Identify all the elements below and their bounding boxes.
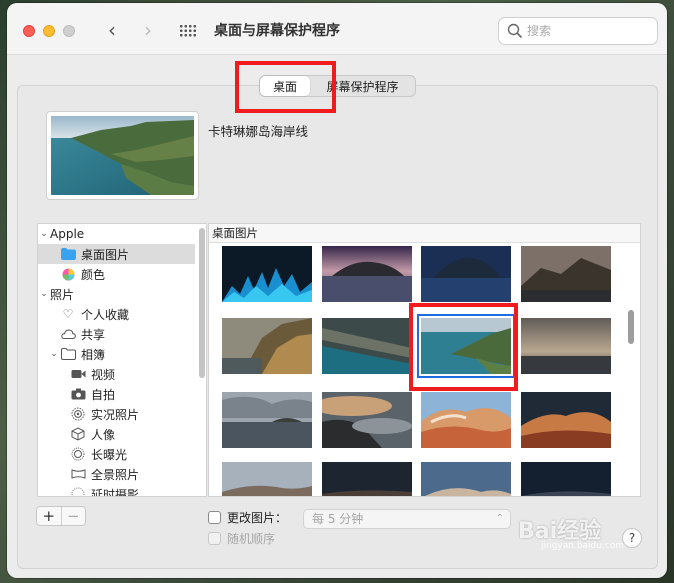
search-icon <box>507 23 523 39</box>
chevron-down-icon[interactable]: ⌄ <box>38 289 50 299</box>
sidebar-item-label: 相簿 <box>81 347 106 362</box>
add-folder-button[interactable]: + <box>37 507 61 525</box>
annotation-highlight-box <box>235 61 336 113</box>
watermark-url: jingyan.baidu.com <box>541 541 625 551</box>
help-button[interactable]: ? <box>622 528 642 548</box>
sidebar-item-label: 视频 <box>91 367 116 382</box>
sidebar-item-label: 个人收藏 <box>81 307 130 322</box>
sidebar-item-label: 人像 <box>91 427 116 442</box>
wallpaper-thumbnail[interactable] <box>322 462 412 497</box>
forward-arrow-icon[interactable]: › <box>136 18 160 42</box>
current-wallpaper-preview <box>47 112 198 199</box>
sidebar-item-desktop-pictures[interactable]: 桌面图片 <box>38 244 195 264</box>
sidebar-item-timelapse[interactable]: 延时摄影 <box>38 484 195 497</box>
wallpaper-thumbnail[interactable] <box>421 246 511 302</box>
back-arrow-icon[interactable]: ‹ <box>100 18 124 42</box>
chevron-down-icon[interactable]: ⌄ <box>48 349 60 359</box>
timelapse-icon <box>70 487 86 496</box>
wallpaper-thumbnail[interactable] <box>322 246 412 302</box>
show-all-grid-icon[interactable] <box>179 24 197 37</box>
cube-icon <box>70 427 86 441</box>
wallpaper-thumbnail[interactable] <box>222 462 312 497</box>
sidebar-item-label: 全景照片 <box>91 467 140 482</box>
wallpaper-thumbnail[interactable] <box>521 246 611 302</box>
sidebar-item-label: 自拍 <box>91 387 116 402</box>
change-picture-label: 更改图片： <box>227 511 288 525</box>
sidebar-item-live-photos[interactable]: 实况照片 <box>38 404 195 424</box>
wallpaper-thumbnail[interactable] <box>322 392 412 448</box>
sidebar-item-colors[interactable]: 颜色 <box>38 264 195 284</box>
live-photo-icon <box>70 407 86 421</box>
camera-icon <box>70 387 86 401</box>
sidebar-item-label: 照片 <box>50 287 75 302</box>
annotation-highlight-box <box>409 303 518 391</box>
grid-scrollbar[interactable] <box>628 310 634 344</box>
grid-header: 桌面图片 <box>209 224 640 243</box>
wallpaper-thumbnail[interactable] <box>222 392 312 448</box>
sidebar-item-panoramas[interactable]: 全景照片 <box>38 464 195 484</box>
preferences-window: ‹ › 桌面与屏幕保护程序 桌面 屏幕保护程序 卡特琳 <box>7 3 667 578</box>
chevron-down-icon[interactable]: ⌄ <box>38 229 50 239</box>
title-bar: ‹ › 桌面与屏幕保护程序 <box>7 3 667 55</box>
cloud-icon <box>60 327 76 341</box>
sidebar-group-photos[interactable]: ⌄ 照片 <box>38 284 195 304</box>
long-exposure-icon <box>70 447 86 461</box>
sidebar-item-label: 共享 <box>81 327 106 342</box>
sidebar-item-label: 桌面图片 <box>81 247 130 262</box>
wallpaper-thumbnail[interactable] <box>421 392 511 448</box>
wallpaper-thumbnail[interactable] <box>222 318 312 374</box>
sidebar-scrollbar[interactable] <box>199 228 205 378</box>
stepper-arrows-icon: ⌃ <box>495 513 504 524</box>
color-wheel-icon <box>60 267 76 281</box>
wallpaper-thumbnail[interactable] <box>521 318 611 374</box>
wallpaper-thumbnail[interactable] <box>222 246 312 302</box>
sidebar-item-selfies[interactable]: 自拍 <box>38 384 195 404</box>
interval-select[interactable]: 每 5 分钟 ⌃ <box>303 509 511 529</box>
wallpaper-thumbnail[interactable] <box>322 318 412 374</box>
sidebar-item-favorites[interactable]: ♡ 个人收藏 <box>38 304 195 324</box>
sidebar-item-portrait[interactable]: 人像 <box>38 424 195 444</box>
heart-icon: ♡ <box>62 307 74 321</box>
video-icon <box>70 367 86 381</box>
interval-value: 每 5 分钟 <box>312 512 364 526</box>
sidebar-item-long-exposure[interactable]: 长曝光 <box>38 444 195 464</box>
current-wallpaper-name: 卡特琳娜岛海岸线 <box>208 124 309 139</box>
search-field[interactable] <box>498 17 658 45</box>
close-button[interactable] <box>23 25 35 37</box>
sidebar-item-label: Apple <box>50 227 85 241</box>
sidebar-item-videos[interactable]: 视频 <box>38 364 195 384</box>
add-remove-control: + − <box>36 506 86 526</box>
window-title: 桌面与屏幕保护程序 <box>214 23 340 39</box>
source-list: ⌄ Apple 桌面图片 颜色 ⌄ 照片 ♡ 个人收藏 共享 ⌄ 相簿 视频 自… <box>37 223 207 497</box>
sidebar-item-shared[interactable]: 共享 <box>38 324 195 344</box>
sidebar-item-label: 延时摄影 <box>91 487 140 497</box>
wallpaper-thumbnail[interactable] <box>521 392 611 448</box>
remove-folder-button[interactable]: − <box>60 507 86 525</box>
search-input[interactable] <box>527 22 652 40</box>
minimize-button[interactable] <box>43 25 55 37</box>
wallpaper-thumbnail[interactable] <box>421 462 511 497</box>
sidebar-item-label: 实况照片 <box>91 407 140 422</box>
sidebar-group-albums[interactable]: ⌄ 相簿 <box>38 344 195 364</box>
wallpaper-thumbnail[interactable] <box>521 462 611 497</box>
folder-icon <box>60 347 76 361</box>
random-order-checkbox[interactable] <box>208 532 221 545</box>
change-picture-checkbox[interactable] <box>208 511 221 524</box>
preview-image <box>51 116 194 195</box>
zoom-button[interactable] <box>63 25 75 37</box>
sidebar-group-apple[interactable]: ⌄ Apple <box>38 224 195 244</box>
random-order-label: 随机顺序 <box>227 532 276 546</box>
sidebar-item-label: 长曝光 <box>91 447 128 462</box>
folder-icon <box>60 247 76 261</box>
panorama-icon <box>70 467 86 481</box>
sidebar-item-label: 颜色 <box>81 267 106 282</box>
